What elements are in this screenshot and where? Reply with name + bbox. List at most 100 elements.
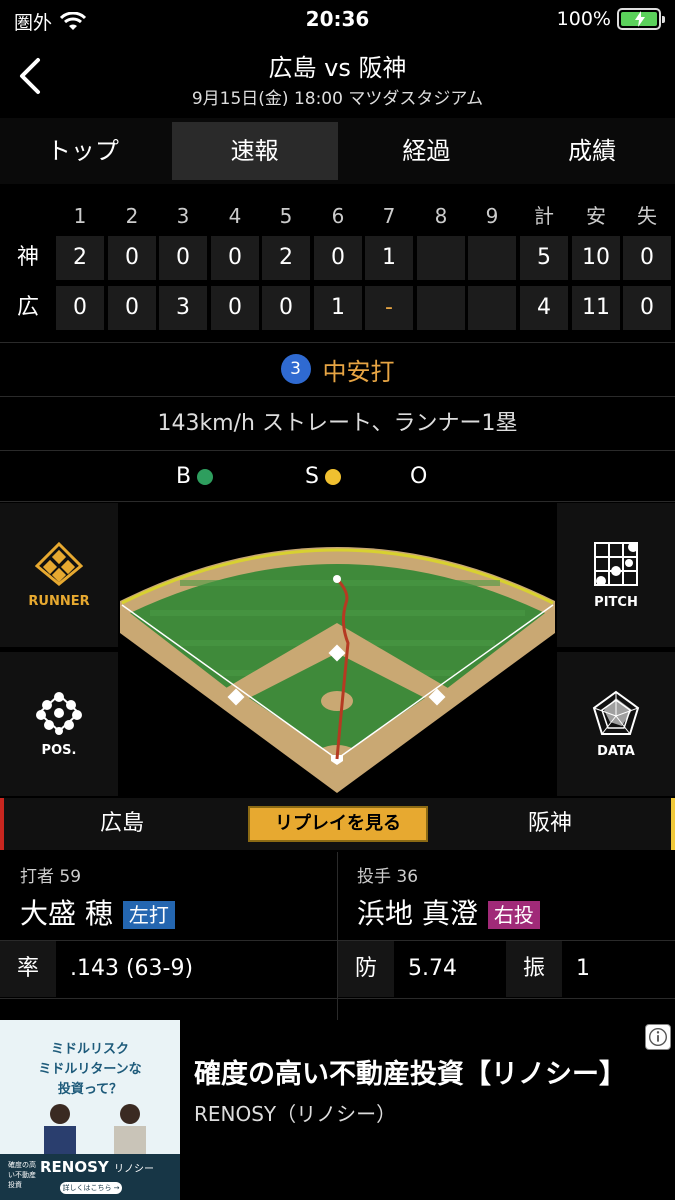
out-count: O: [410, 464, 427, 489]
stats-row-partial: [0, 998, 675, 1020]
pitch-button[interactable]: PITCH: [557, 503, 675, 647]
pos-label: POS.: [41, 742, 77, 758]
ad-brand-bar: 確度の高い不動産投資 RENOSY リノシー 詳しくはこちら →: [0, 1154, 180, 1200]
batting-avg-value: .143 (63-9): [70, 956, 194, 981]
team-abbr: 広: [16, 295, 39, 320]
home-team-color: [0, 798, 4, 850]
count-indicator: B S O: [0, 452, 675, 500]
batter-name-row: 大盛 穂左打: [20, 892, 175, 932]
inning-score: [468, 286, 516, 330]
data-button[interactable]: DATA: [557, 652, 675, 796]
inning-header: 7: [382, 204, 396, 228]
ad-copy-line: ミドルリターンな: [38, 1062, 142, 1077]
inning-score: [417, 286, 465, 330]
inning-score: [468, 236, 516, 280]
ball-count: B: [176, 464, 214, 489]
inning-score: [417, 236, 465, 280]
inning-score: 0: [262, 286, 310, 330]
ad-copy-line: ミドルリスク: [50, 1042, 129, 1057]
ad-brand-name: RENOSY: [40, 1158, 109, 1176]
tab-stats[interactable]: 成績: [509, 118, 675, 184]
inning-score: 3: [159, 286, 207, 330]
total-hits: 11: [572, 286, 620, 330]
radar-chart-icon: [592, 690, 640, 735]
total-hits: 10: [572, 236, 620, 280]
tab-progress[interactable]: 経過: [344, 118, 510, 184]
inning-score: 2: [262, 236, 310, 280]
play-result: 3 中安打: [0, 342, 675, 396]
ad-brand-small: 確度の高い不動産投資: [8, 1161, 36, 1189]
team-bar: 広島 リプレイを見る 阪神: [0, 798, 675, 850]
scoreboard-row-away: 神 2 0 0 0 2 0 1 5 10 0: [0, 236, 675, 280]
away-team-color: [671, 798, 675, 850]
battery-icon: [617, 8, 665, 30]
inning-header: 2: [125, 204, 139, 228]
inning-header: 5: [279, 204, 293, 228]
ball-dot-icon: [197, 468, 214, 485]
ad-info-icon[interactable]: [645, 1024, 671, 1050]
battery-status: 100%: [556, 8, 665, 30]
runner-diamond-icon: [35, 541, 83, 586]
battery-percent: 100%: [556, 8, 611, 30]
tab-live[interactable]: 速報: [171, 122, 338, 180]
ad-image[interactable]: ミドルリスク ミドルリターンな 投資って？ 確度の高い不動産投資 RENOSY …: [0, 1020, 180, 1200]
baseball-field-diagram: [120, 503, 555, 796]
ball-label: B: [176, 464, 192, 489]
pos-button[interactable]: POS.: [0, 652, 118, 796]
inning-score: 0: [211, 236, 259, 280]
batter-card[interactable]: 打者 59 大盛 穂左打: [20, 852, 330, 940]
inning-header: 9: [485, 204, 499, 228]
play-number-badge: 3: [280, 354, 311, 384]
game-title: 広島 vs 阪神: [268, 54, 407, 82]
field-panel: RUNNER POS. PITCH DATA: [0, 503, 675, 796]
tab-top[interactable]: トップ: [0, 118, 166, 184]
strikeout-value: 1: [576, 956, 590, 981]
ad-banner[interactable]: ミドルリスク ミドルリターンな 投資って？ 確度の高い不動産投資 RENOSY …: [0, 1020, 675, 1200]
pitcher-name-row: 浜地 真澄 右投: [357, 892, 540, 932]
ad-copy-line: 投資って？: [57, 1082, 123, 1097]
pitcher-card[interactable]: 投手 36 浜地 真澄 右投: [357, 852, 667, 940]
inning-header: 1: [73, 204, 87, 228]
runner-button[interactable]: RUNNER: [0, 503, 118, 647]
inning-score: 0: [108, 236, 156, 280]
scoreboard-row-home: 広 0 0 3 0 0 1 - 4 11 0: [0, 286, 675, 330]
era-value: 5.74: [408, 956, 457, 981]
strike-dot-icon: [324, 468, 341, 485]
inning-header: 6: [331, 204, 345, 228]
out-label: O: [410, 464, 428, 489]
data-label: DATA: [597, 743, 635, 759]
pitcher-hand-badge: 右投: [487, 901, 540, 929]
away-team-name: 阪神: [528, 811, 573, 836]
errors-header: 失: [637, 204, 657, 228]
inning-score: 2: [56, 236, 104, 280]
batter-name: 大盛 穂: [20, 897, 113, 930]
ad-image-copy: ミドルリスク ミドルリターンな 投資って？: [14, 1040, 166, 1100]
replay-button[interactable]: リプレイを見る: [248, 806, 428, 842]
ad-headline[interactable]: 確度の高い不動産投資【リノシー】: [194, 1052, 626, 1091]
pitcher-role: 投手 36: [357, 867, 419, 887]
inning-header: 8: [434, 204, 448, 228]
pitcher-name: 浜地 真澄: [357, 897, 478, 930]
game-header: 広島 vs 阪神 9月15日(金) 18:00 マツダスタジアム: [0, 38, 675, 116]
ad-cta[interactable]: 詳しくはこちら →: [60, 1182, 122, 1194]
play-result-text: 中安打: [322, 357, 395, 386]
total-runs: 4: [520, 286, 568, 330]
inning-score: 0: [56, 286, 104, 330]
inning-header: 4: [228, 204, 242, 228]
hits-header: 安: [586, 204, 606, 228]
status-bar: 圏外 20:36 100%: [0, 0, 675, 38]
positions-icon: [36, 691, 82, 735]
strike-label: S: [305, 464, 319, 489]
batter-hand-badge: 左打: [122, 901, 175, 929]
total-errors: 0: [623, 286, 671, 330]
home-team-name: 広島: [100, 811, 145, 836]
ad-brand-logo: RENOSY リノシー: [40, 1158, 154, 1176]
inning-score: 1: [314, 286, 362, 330]
tab-bar: トップ 速報 経過 成績: [0, 118, 675, 184]
runner-label: RUNNER: [28, 593, 90, 609]
strikeout-key: 振: [506, 941, 562, 997]
batter-role: 打者 59: [20, 867, 82, 887]
inning-score: 0: [314, 236, 362, 280]
strike-count: S: [305, 464, 341, 489]
game-subtitle: 9月15日(金) 18:00 マツダスタジアム: [191, 89, 484, 109]
